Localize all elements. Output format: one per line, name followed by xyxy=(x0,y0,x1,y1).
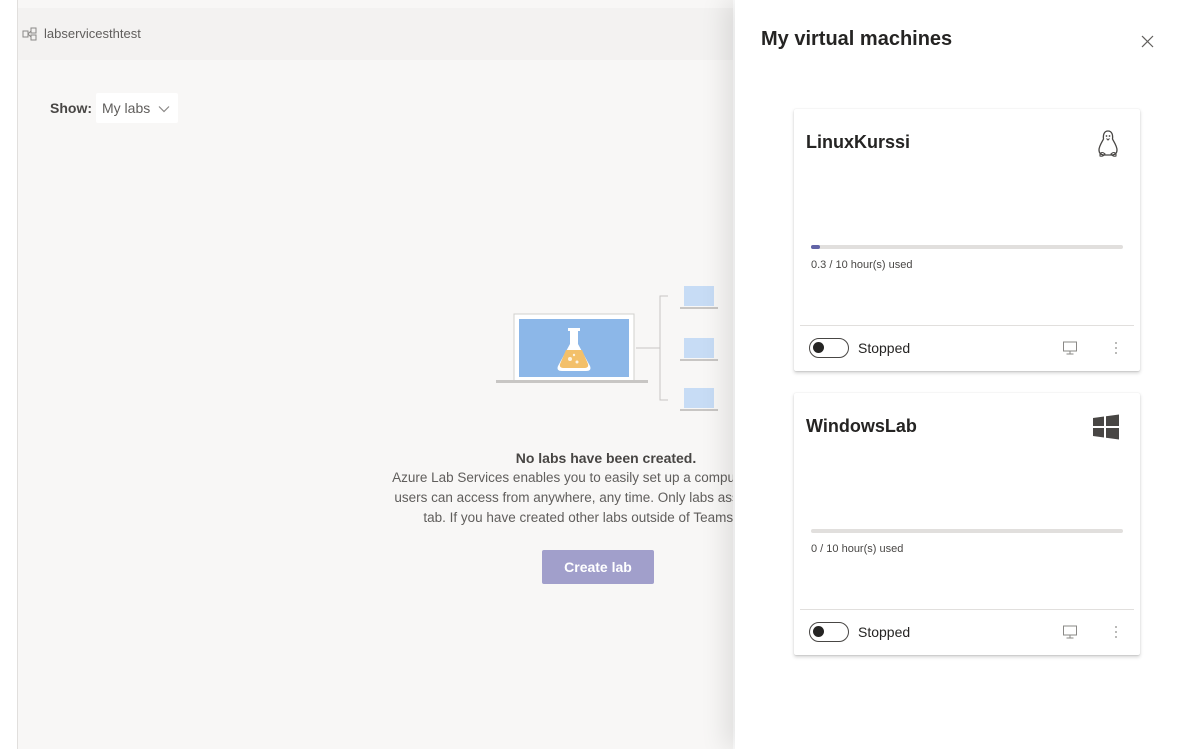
usage-progress-bar xyxy=(811,529,1123,533)
vm-card-linuxkurssi: LinuxKurssi 0.3 / 10 hour(s) used Stoppe… xyxy=(794,109,1140,371)
vm-card-windowslab: WindowsLab 0 / 10 hour(s) used Stopped xyxy=(794,393,1140,655)
create-lab-button[interactable]: Create lab xyxy=(542,550,654,584)
panel-title: My virtual machines xyxy=(761,28,953,50)
more-options-icon[interactable] xyxy=(1109,622,1123,642)
windows-logo-icon xyxy=(1092,413,1120,446)
my-virtual-machines-panel: My virtual machines LinuxKurssi 0.3 / 10… xyxy=(735,0,1183,749)
close-icon[interactable] xyxy=(1136,30,1158,52)
usage-text: 0.3 / 10 hour(s) used xyxy=(811,259,913,271)
team-name: labservicesthtest xyxy=(44,26,141,41)
lab-services-app: labservicesthtest Show: My labs No labs … xyxy=(18,0,733,749)
usage-progress-bar xyxy=(811,245,1123,249)
left-rail-edge xyxy=(0,0,18,749)
filter-label: Show: xyxy=(50,100,92,116)
vm-name: LinuxKurssi xyxy=(806,132,911,152)
vm-power-toggle[interactable] xyxy=(809,338,849,358)
empty-state-line: tab. If you have created other labs outs… xyxy=(423,510,733,525)
card-divider xyxy=(800,609,1134,610)
connect-monitor-icon[interactable] xyxy=(1062,624,1078,645)
vm-power-toggle[interactable] xyxy=(809,622,849,642)
toggle-knob xyxy=(813,342,824,353)
card-divider xyxy=(800,325,1134,326)
lab-filter: Show: My labs xyxy=(50,92,179,124)
usage-text: 0 / 10 hour(s) used xyxy=(811,543,904,555)
team-icon xyxy=(22,27,38,41)
linux-penguin-icon xyxy=(1096,129,1120,164)
vm-status: Stopped xyxy=(858,340,911,356)
empty-state-line: Azure Lab Services enables you to easily… xyxy=(392,470,733,485)
empty-labs-illustration xyxy=(496,284,726,419)
empty-state-description: Azure Lab Services enables you to easily… xyxy=(256,468,733,528)
more-options-icon[interactable] xyxy=(1109,338,1123,358)
team-breadcrumb[interactable]: labservicesthtest xyxy=(22,26,141,41)
team-header: labservicesthtest xyxy=(18,8,733,60)
vm-name: WindowsLab xyxy=(806,416,917,436)
filter-dropdown[interactable]: My labs xyxy=(96,93,179,123)
filter-value: My labs xyxy=(102,100,151,116)
chevron-down-icon xyxy=(158,100,170,116)
empty-state-line: users can access from anywhere, any time… xyxy=(394,490,733,505)
vm-status: Stopped xyxy=(858,624,911,640)
empty-state-title: No labs have been created. xyxy=(515,450,697,466)
usage-progress-fill xyxy=(811,245,821,249)
connect-monitor-icon[interactable] xyxy=(1062,340,1078,361)
toggle-knob xyxy=(813,626,824,637)
